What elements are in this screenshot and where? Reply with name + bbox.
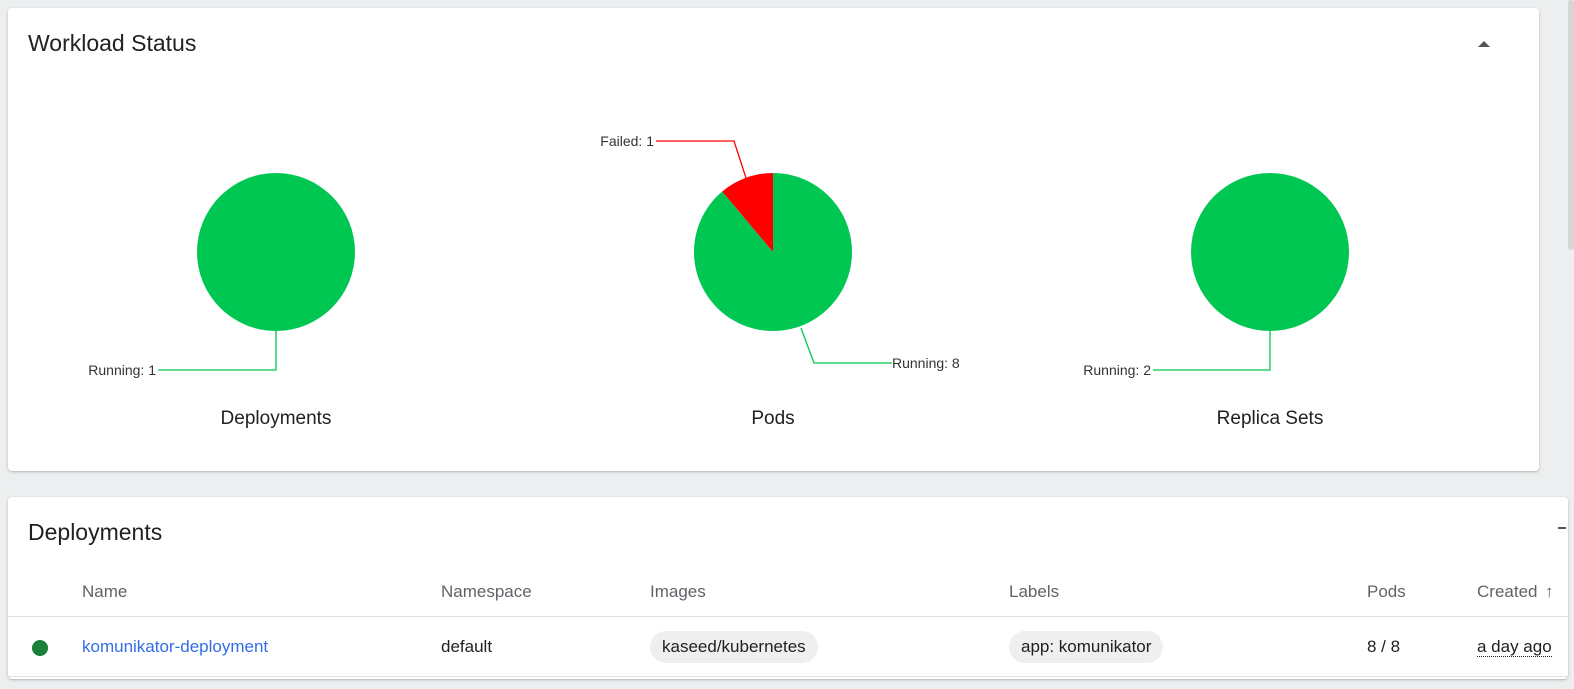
leader-line-deployments-running (158, 331, 277, 371)
column-header-created[interactable]: Created (1477, 582, 1537, 602)
column-header-name[interactable]: Name (82, 582, 127, 602)
chart-label-pods: Pods (751, 408, 795, 429)
deployment-created: a day ago (1477, 637, 1552, 657)
leader-line-pods-running (800, 327, 892, 364)
deployments-title: Deployments (28, 519, 163, 545)
leader-line-replica-sets-running (1153, 331, 1271, 371)
data-label-pods-failed: Failed: 1 (600, 133, 654, 149)
column-header-pods: Pods (1367, 582, 1406, 601)
created-value: a day ago (1477, 637, 1552, 657)
column-header-labels: Labels (1009, 582, 1060, 601)
page-scrollbar[interactable] (1568, 0, 1574, 250)
deployment-name-link[interactable]: komunikator-deployment (82, 637, 268, 657)
deployments-card: Deployments Name Namespace Images Labels… (8, 497, 1568, 679)
deployments-menu-edge (1558, 527, 1566, 529)
chart-label-replica-sets: Replica Sets (1216, 408, 1324, 429)
status-running-icon (32, 640, 48, 656)
data-label-deployments-running: Running: 1 (88, 362, 156, 378)
table-divider (8, 676, 1568, 677)
chart-label-deployments: Deployments (220, 408, 332, 429)
pie-slice-replica-sets-running (1191, 173, 1349, 331)
label-chip: app: komunikator (1009, 631, 1164, 663)
column-header-namespace[interactable]: Namespace (441, 582, 532, 602)
workload-status-card: Workload Status Running: 1 Running: 8 Fail… (8, 8, 1539, 471)
data-label-pods-running: Running: 8 (892, 355, 960, 371)
arrow-up-icon[interactable]: ↑ (1545, 582, 1554, 602)
image-chip: kaseed/kubernetes (650, 631, 818, 663)
pie-slice-deployments-running (197, 173, 355, 331)
deployment-namespace: default (441, 637, 493, 656)
workload-charts: Running: 1 Running: 8 Failed: 1 Running: 2 (88, 133, 1349, 378)
table-divider (8, 616, 1568, 617)
deployment-pods: 8 / 8 (1367, 637, 1401, 656)
leader-line-pods-failed (656, 140, 747, 179)
column-header-images: Images (650, 582, 706, 601)
data-label-replica-sets-running: Running: 2 (1083, 362, 1151, 378)
